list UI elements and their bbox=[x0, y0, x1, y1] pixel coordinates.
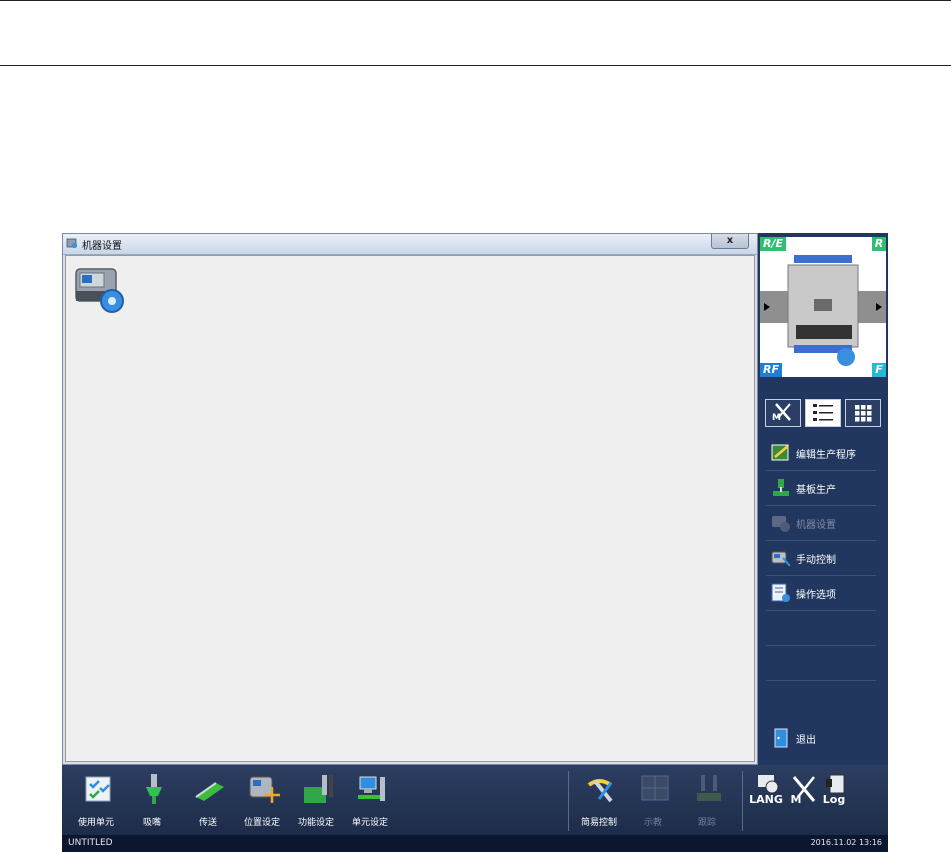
menu-operation-options[interactable]: 操作选项 bbox=[766, 576, 876, 611]
right-side-panel: R/E R RF F M 编辑生产程序 基板生产 机器设置 手动控制 操作选项 … bbox=[758, 233, 888, 765]
function-settings-icon bbox=[304, 775, 333, 803]
corner-rf: RF bbox=[760, 363, 782, 377]
machine-minimap[interactable]: R/E R RF F bbox=[760, 237, 886, 377]
menu-machine-settings-label: 机器设置 bbox=[796, 520, 836, 531]
bottom-toolbar: 使用单元 吸嘴 传送 位置设定 功能设定 单元设定 简易控制 示教 跟踪 LAN… bbox=[62, 765, 888, 835]
tool-conveyor[interactable]: 传送 bbox=[184, 773, 232, 831]
toolbar-separator-2 bbox=[742, 771, 743, 831]
simple-control-icon bbox=[587, 779, 613, 803]
toolbar-separator bbox=[568, 771, 569, 831]
status-bar: UNTITLED 2016.11.02 13:16 bbox=[62, 835, 888, 852]
menu-edit-program-label: 编辑生产程序 bbox=[796, 450, 856, 461]
tab-list[interactable] bbox=[805, 399, 841, 427]
machine-app: 机器设置 x R/E R RF F M 编辑生产程序 基板生产 机器设置 手动控… bbox=[62, 233, 888, 852]
status-datetime: 2016.11.02 13:16 bbox=[810, 838, 882, 847]
tool-teach[interactable]: 示教 bbox=[629, 773, 677, 831]
list-icon bbox=[813, 404, 833, 421]
menu-manual-control[interactable]: 手动控制 bbox=[766, 541, 876, 576]
menu-edit-program[interactable]: 编辑生产程序 bbox=[766, 436, 876, 471]
corner-r: R bbox=[872, 237, 886, 251]
panel-tabs: M bbox=[765, 399, 883, 429]
top-divider-line bbox=[0, 0, 951, 1]
menu-board-production-label: 基板生产 bbox=[796, 485, 836, 496]
menu-manual-control-label: 手动控制 bbox=[796, 555, 836, 566]
corner-f: F bbox=[872, 363, 886, 377]
position-settings-icon bbox=[249, 776, 280, 803]
teach-icon bbox=[641, 775, 669, 801]
menu-empty-slot-1 bbox=[766, 611, 876, 646]
manual-control-icon bbox=[771, 551, 791, 567]
machine-settings-icon bbox=[772, 516, 790, 532]
tool-trace-label: 跟踪 bbox=[697, 818, 716, 828]
tool-simple-control[interactable]: 简易控制 bbox=[575, 773, 623, 831]
window-titlebar[interactable]: 机器设置 x bbox=[63, 234, 757, 255]
tab-manual-label: M bbox=[772, 413, 781, 423]
tool-use-unit-label: 使用单元 bbox=[77, 818, 114, 828]
tool-nozzle-label: 吸嘴 bbox=[142, 818, 161, 828]
header-divider-line bbox=[0, 65, 951, 66]
machine-settings-window: 机器设置 x bbox=[62, 233, 758, 765]
tool-unit-settings[interactable]: 单元设定 bbox=[346, 773, 394, 831]
close-button[interactable]: x bbox=[711, 234, 749, 249]
tool-language[interactable]: LANG bbox=[748, 773, 784, 831]
board-production-icon bbox=[773, 479, 789, 496]
corner-re: R/E bbox=[760, 237, 786, 251]
tool-maintenance[interactable]: M bbox=[786, 773, 816, 831]
exit-button[interactable]: 退出 bbox=[766, 721, 876, 755]
window-title: 机器设置 bbox=[82, 241, 122, 252]
tool-conveyor-label: 传送 bbox=[198, 818, 217, 828]
menu-empty-slot-2 bbox=[766, 646, 876, 681]
grid-icon bbox=[855, 405, 872, 422]
tool-teach-label: 示教 bbox=[643, 818, 662, 828]
trace-icon bbox=[697, 775, 721, 801]
menu-operation-options-label: 操作选项 bbox=[796, 590, 836, 601]
tool-function-settings-label: 功能设定 bbox=[297, 818, 334, 828]
tool-log[interactable]: Log bbox=[818, 773, 850, 831]
operation-options-icon bbox=[771, 583, 790, 602]
tool-use-unit[interactable]: 使用单元 bbox=[72, 773, 120, 831]
tool-maintenance-label: M bbox=[790, 793, 802, 806]
tab-manual[interactable]: M bbox=[765, 399, 801, 427]
tool-unit-settings-label: 单元设定 bbox=[351, 818, 388, 828]
use-unit-icon bbox=[85, 776, 111, 802]
exit-label: 退出 bbox=[796, 735, 816, 746]
exit-door-icon bbox=[774, 728, 788, 748]
tool-function-settings[interactable]: 功能设定 bbox=[292, 773, 340, 831]
tool-position-settings-label: 位置设定 bbox=[243, 818, 280, 828]
tool-language-label: LANG bbox=[749, 793, 783, 806]
conveyor-icon bbox=[195, 782, 224, 801]
menu-board-production[interactable]: 基板生产 bbox=[766, 471, 876, 506]
nozzle-icon bbox=[146, 774, 162, 804]
tool-simple-control-label: 简易控制 bbox=[580, 818, 617, 828]
menu-machine-settings[interactable]: 机器设置 bbox=[766, 506, 876, 541]
machine-settings-icon[interactable] bbox=[72, 265, 128, 315]
window-content bbox=[65, 255, 755, 762]
tool-trace[interactable]: 跟踪 bbox=[683, 773, 731, 831]
tool-nozzle[interactable]: 吸嘴 bbox=[128, 773, 176, 831]
unit-settings-icon bbox=[358, 776, 385, 801]
minimap-drawing bbox=[760, 255, 886, 366]
tab-grid[interactable] bbox=[845, 399, 881, 427]
settings-window-icon bbox=[66, 238, 78, 249]
tool-position-settings[interactable]: 位置设定 bbox=[238, 773, 286, 831]
status-file-name: UNTITLED bbox=[68, 838, 113, 848]
tool-log-label: Log bbox=[822, 793, 846, 806]
edit-program-icon bbox=[771, 444, 789, 461]
